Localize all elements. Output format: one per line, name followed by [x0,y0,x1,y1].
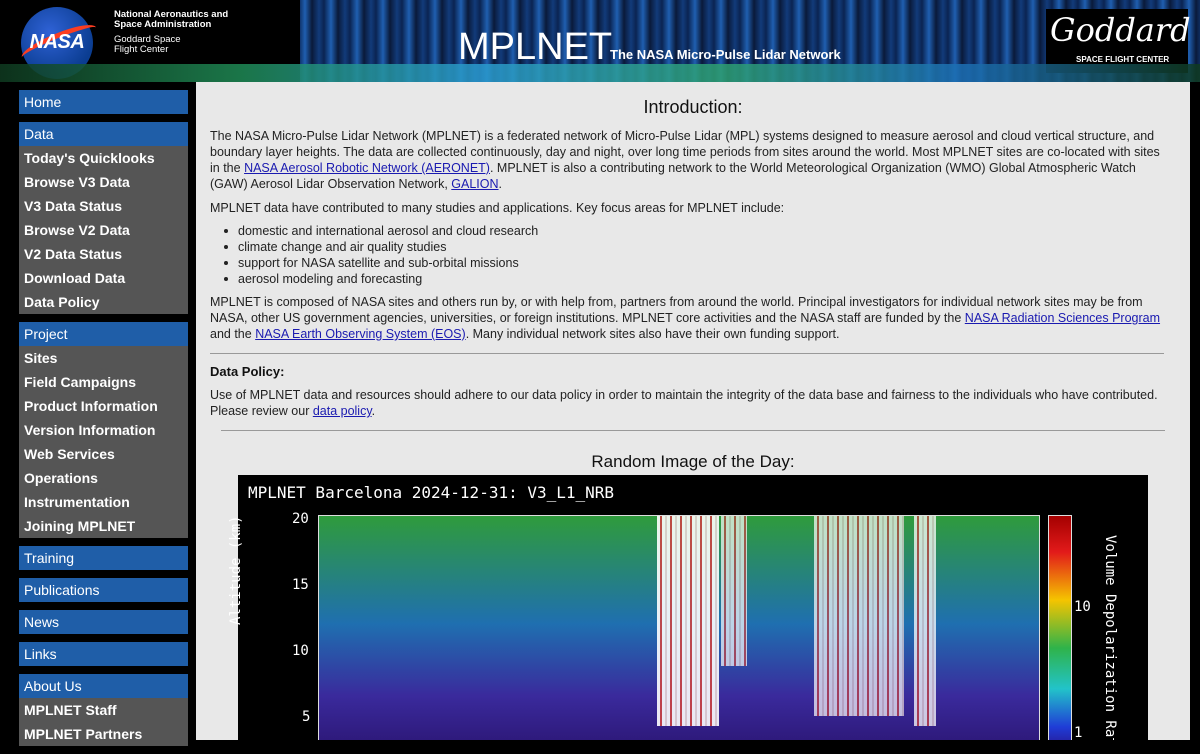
nav-news[interactable]: News [19,610,188,634]
list-item: domestic and international aerosol and c… [223,224,539,238]
nav-training[interactable]: Training [19,546,188,570]
divider [221,430,1165,431]
nav-item-mplnet-partners[interactable]: MPLNET Partners [19,722,188,746]
intro-paragraph: The NASA Micro-Pulse Lidar Network (MPLN… [210,129,1160,191]
nav-item-instrumentation[interactable]: Instrumentation [19,490,188,514]
nav-links[interactable]: Links [19,642,188,666]
y-tick-label: 15 [292,577,309,593]
lidar-image[interactable]: MPLNET Barcelona 2024-12-31: V3_L1_NRB 2… [228,475,1148,740]
nav-item-joining-mplnet[interactable]: Joining MPLNET [19,514,188,538]
list-item: aerosol modeling and forecasting [223,271,538,287]
plot-area [318,515,1040,740]
y-tick-label: 5 [302,709,311,725]
nav-item-v3-data-status[interactable]: V3 Data Status [19,194,188,218]
nav-publications[interactable]: Publications [19,578,188,602]
composition-paragraph: MPLNET is composed of NASA sites and oth… [210,295,1161,341]
data-policy-link[interactable]: data policy [313,404,372,418]
sidebar-nav: Home Data Today's Quicklooks Browse V3 D… [19,90,188,754]
nav-item-operations[interactable]: Operations [19,466,188,490]
nasa-logo-icon[interactable]: NASA [18,7,100,79]
nav-item-web-services[interactable]: Web Services [19,442,188,466]
y-axis-label: Altitude (km) [228,515,244,625]
nav-group-about: About Us MPLNET Staff MPLNET Partners [19,674,188,746]
intro-title: Introduction: [643,97,743,117]
main-content: Introduction: The NASA Micro-Pulse Lidar… [196,82,1190,740]
nav-item-data-policy[interactable]: Data Policy [19,290,188,314]
nav-item-download-data[interactable]: Download Data [19,266,188,290]
data-policy-paragraph: Use of MPLNET data and resources should … [210,388,1158,418]
galion-link[interactable]: GALION [451,177,498,191]
nav-group-home: Home [19,90,188,114]
goddard-logo[interactable]: Goddard SPACE FLIGHT CENTER [1046,9,1191,73]
colorbar-tick: 1 [1074,725,1083,740]
nav-item-browse-v3-data[interactable]: Browse V3 Data [19,170,188,194]
nav-group-publications: Publications [19,578,188,602]
focus-areas-list: domestic and international aerosol and c… [223,223,539,287]
nav-item-version-information[interactable]: Version Information [19,418,188,442]
colorbar-tick: 10 [1074,599,1091,615]
nav-data[interactable]: Data [19,122,188,146]
nav-item-browse-v2-data[interactable]: Browse V2 Data [19,218,188,242]
random-image-title: Random Image of the Day: [591,452,795,471]
radiation-sciences-link[interactable]: NASA Radiation Sciences Program [965,311,1160,325]
y-tick-label: 10 [292,643,309,659]
colorbar [1048,515,1072,740]
focus-intro-text: MPLNET data have contributed to many stu… [210,201,785,215]
nav-group-project: Project Sites Field Campaigns Product In… [19,322,188,538]
nav-group-links: Links [19,642,188,666]
list-item: support for NASA satellite and sub-orbit… [223,255,538,271]
nav-item-v2-data-status[interactable]: V2 Data Status [19,242,188,266]
site-title[interactable]: MPLNET [458,27,612,67]
nav-project[interactable]: Project [19,322,188,346]
nav-group-news: News [19,610,188,634]
nav-item-field-campaigns[interactable]: Field Campaigns [19,370,188,394]
center-name: Goddard Space Flight Center [114,34,181,55]
colorbar-label: Volume Depolarization Ratio [1102,535,1118,740]
plot-title: MPLNET Barcelona 2024-12-31: V3_L1_NRB [248,483,615,502]
site-header: NASA National Aeronautics and Space Admi… [0,0,1200,82]
y-tick-label: 20 [292,511,309,527]
nav-item-product-information[interactable]: Product Information [19,394,188,418]
nav-about-us[interactable]: About Us [19,674,188,698]
nav-item-todays-quicklooks[interactable]: Today's Quicklooks [19,146,188,170]
nasa-branding: NASA National Aeronautics and Space Admi… [0,0,300,82]
nav-home[interactable]: Home [19,90,188,114]
data-policy-title: Data Policy: [210,364,285,379]
eos-link[interactable]: NASA Earth Observing System (EOS) [255,327,466,341]
nav-item-mplnet-staff[interactable]: MPLNET Staff [19,698,188,722]
divider [210,353,1164,354]
nav-item-sites[interactable]: Sites [19,346,188,370]
list-item: climate change and air quality studies [223,239,538,255]
site-subtitle: The NASA Micro-Pulse Lidar Network [610,47,841,62]
agency-name: National Aeronautics and Space Administr… [114,9,229,30]
nav-group-training: Training [19,546,188,570]
nav-group-data: Data Today's Quicklooks Browse V3 Data V… [19,122,188,314]
aeronet-link[interactable]: NASA Aerosol Robotic Network (AERONET) [244,161,490,175]
